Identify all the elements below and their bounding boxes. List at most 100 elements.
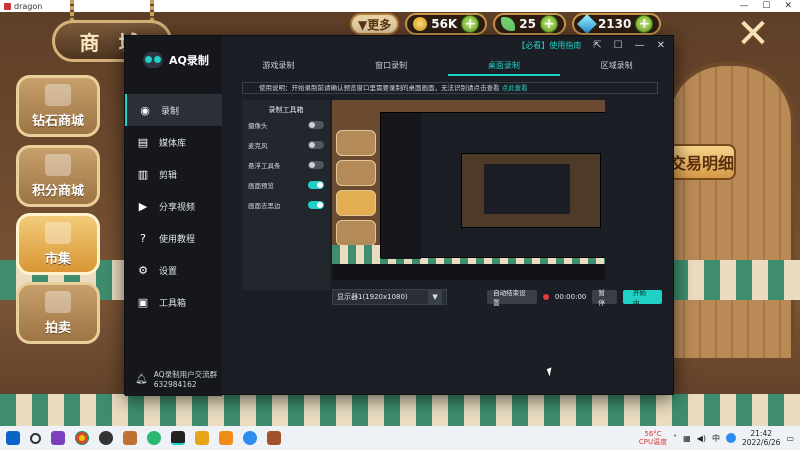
os-window-title: dragon xyxy=(14,1,43,11)
tool-camera: 摄像头 xyxy=(242,115,330,135)
preview-thumb xyxy=(336,130,376,156)
auction-button[interactable]: 拍卖 xyxy=(16,282,100,344)
app-icon-5[interactable] xyxy=(267,431,281,445)
remove-border-toggle[interactable] xyxy=(308,201,324,209)
pause-button[interactable]: 暂停 xyxy=(592,289,618,307)
cpu-temperature: 56°C CPU温度 xyxy=(639,430,667,446)
auction-icon xyxy=(45,290,71,313)
folder-icon[interactable] xyxy=(195,431,209,445)
add-coins-button[interactable]: + xyxy=(461,15,480,33)
tab-desktop-record[interactable]: 桌面录制 xyxy=(447,56,561,76)
close-window-button[interactable]: ✕ xyxy=(784,1,792,11)
maximize-button[interactable]: ☐ xyxy=(762,1,770,11)
record-mode-tabs: 游戏录制 窗口录制 桌面录制 区域录制 xyxy=(222,56,673,76)
notice-link[interactable]: 点此查看 xyxy=(502,84,528,92)
search-icon[interactable] xyxy=(30,432,41,444)
menu-icon[interactable]: ☐ xyxy=(614,40,623,51)
app-icon xyxy=(4,2,11,10)
nav-settings[interactable]: ⚙ 设置 xyxy=(125,254,222,286)
coin-icon xyxy=(413,17,428,31)
notification-icon[interactable]: ▭ xyxy=(786,434,794,443)
minimize-icon[interactable]: — xyxy=(635,40,645,51)
preview-taskbar xyxy=(332,264,605,280)
aq-recorder-taskbar-icon[interactable] xyxy=(171,431,185,445)
aq-sidebar: AQ录制 ◉ 录制 ▤ 媒体库 ▥ 剪辑 ▶ 分享视频 ? 使用教程 ⚙ 设置 … xyxy=(125,36,222,396)
trade-details-button[interactable]: 交易明细 xyxy=(668,144,736,180)
speaker-icon[interactable]: ◀) xyxy=(697,434,706,443)
tab-game-record[interactable]: 游戏录制 xyxy=(222,56,335,76)
market-button[interactable]: 市集 xyxy=(16,213,100,275)
preview-thumb xyxy=(336,160,376,186)
nav-tutorial[interactable]: ? 使用教程 xyxy=(125,222,222,254)
nav-edit[interactable]: ▥ 剪辑 xyxy=(125,158,222,190)
close-icon[interactable]: ✕ xyxy=(657,40,665,51)
microphone-toggle[interactable] xyxy=(308,141,324,149)
screen-preview xyxy=(332,100,605,280)
app-icon-4[interactable] xyxy=(243,431,257,445)
auto-end-settings-button[interactable]: 自动结束设置 xyxy=(487,289,538,307)
network-icon[interactable]: ▦ xyxy=(683,434,691,443)
tool-label: 麦克风 xyxy=(248,142,268,150)
app-tray-icon[interactable] xyxy=(725,433,736,443)
nav-label: 媒体库 xyxy=(159,138,187,149)
chevron-down-icon: ▼ xyxy=(428,290,443,304)
add-gems-button[interactable]: + xyxy=(635,15,654,33)
external-link-icon[interactable]: ⇱ xyxy=(593,40,601,51)
chrome-icon[interactable] xyxy=(75,431,89,445)
edit-icon: ▥ xyxy=(137,167,149,181)
aq-logo: AQ录制 xyxy=(143,52,209,68)
cpu-temp-value: 56°C xyxy=(644,430,662,438)
points-shop-button[interactable]: 积分商城 xyxy=(16,145,100,207)
app-icon-1[interactable] xyxy=(51,431,65,445)
camera-toggle[interactable] xyxy=(308,121,324,129)
windows-start-icon[interactable] xyxy=(6,431,20,445)
owl-logo-icon xyxy=(143,52,163,68)
coin-value: 56K xyxy=(431,17,458,31)
nav-record[interactable]: ◉ 录制 xyxy=(125,94,222,126)
ime-indicator[interactable]: 中 xyxy=(712,433,720,444)
tool-floating-toolbar: 悬浮工具条 xyxy=(242,155,330,175)
tool-remove-black-border: 画面去黑边 xyxy=(242,195,330,215)
medal-icon xyxy=(45,221,71,244)
floating-toolbar-toggle[interactable] xyxy=(308,161,324,169)
display-select[interactable]: 显示器1(1920x1080) ▼ xyxy=(332,289,448,305)
app-icon-2[interactable] xyxy=(99,431,113,445)
preview-toggle[interactable] xyxy=(308,181,324,189)
minimize-button[interactable]: — xyxy=(739,1,748,11)
game-taskbar-icon[interactable] xyxy=(123,431,137,445)
diamond-shop-button[interactable]: 钻石商城 xyxy=(16,75,100,137)
aq-app-name: AQ录制 xyxy=(169,54,209,67)
guide-link[interactable]: 【必看】使用指南 xyxy=(517,40,581,51)
user-group-info[interactable]: 🔔︎ AQ录制用户交流群 632984162 xyxy=(135,370,217,390)
nav-media-library[interactable]: ▤ 媒体库 xyxy=(125,126,222,158)
more-button[interactable]: ▼更多 xyxy=(350,13,400,35)
tab-window-record[interactable]: 窗口录制 xyxy=(335,56,448,76)
tool-label: 悬浮工具条 xyxy=(248,162,281,170)
tool-label: 摄像头 xyxy=(248,122,268,130)
tab-region-record[interactable]: 区域录制 xyxy=(560,56,673,76)
system-tray: 56°C CPU温度 ˄ ▦ ◀) 中 21:42 2022/6/26 ▭ xyxy=(639,429,800,447)
tool-microphone: 麦克风 xyxy=(242,135,330,155)
nav-share-video[interactable]: ▶ 分享视频 xyxy=(125,190,222,222)
counter-stripe xyxy=(0,394,800,426)
clock-time: 21:42 xyxy=(750,429,773,438)
coin-counter: 56K + xyxy=(405,13,488,35)
start-record-button[interactable]: 开始中 xyxy=(623,289,662,307)
chevron-up-icon[interactable]: ˄ xyxy=(673,434,677,443)
nav-toolbox[interactable]: ▣ 工具箱 xyxy=(125,286,222,318)
tool-label: 画面去黑边 xyxy=(248,202,281,210)
aq-recorder-window: AQ录制 ◉ 录制 ▤ 媒体库 ▥ 剪辑 ▶ 分享视频 ? 使用教程 ⚙ 设置 … xyxy=(124,35,674,396)
record-controls: 显示器1(1920x1080) ▼ 自动结束设置 00:00:00 暂停 开始中 xyxy=(332,288,662,307)
nav-label: 分享视频 xyxy=(159,202,196,213)
gear-icon: ⚙ xyxy=(138,263,148,277)
game-close-icon[interactable]: ✕ xyxy=(736,14,770,54)
app-icon-3[interactable] xyxy=(219,431,233,445)
help-icon: ? xyxy=(140,231,146,245)
menu-label: 拍卖 xyxy=(44,320,71,336)
clock[interactable]: 21:42 2022/6/26 xyxy=(742,429,780,447)
nav-label: 剪辑 xyxy=(159,170,178,181)
record-toolbox-panel: 录制工具箱 摄像头 麦克风 悬浮工具条 画面预览 画面去黑边 xyxy=(242,100,330,290)
preview-nested-screen-inner xyxy=(484,164,570,214)
add-leaves-button[interactable]: + xyxy=(539,15,558,33)
wechat-icon[interactable] xyxy=(147,431,161,445)
